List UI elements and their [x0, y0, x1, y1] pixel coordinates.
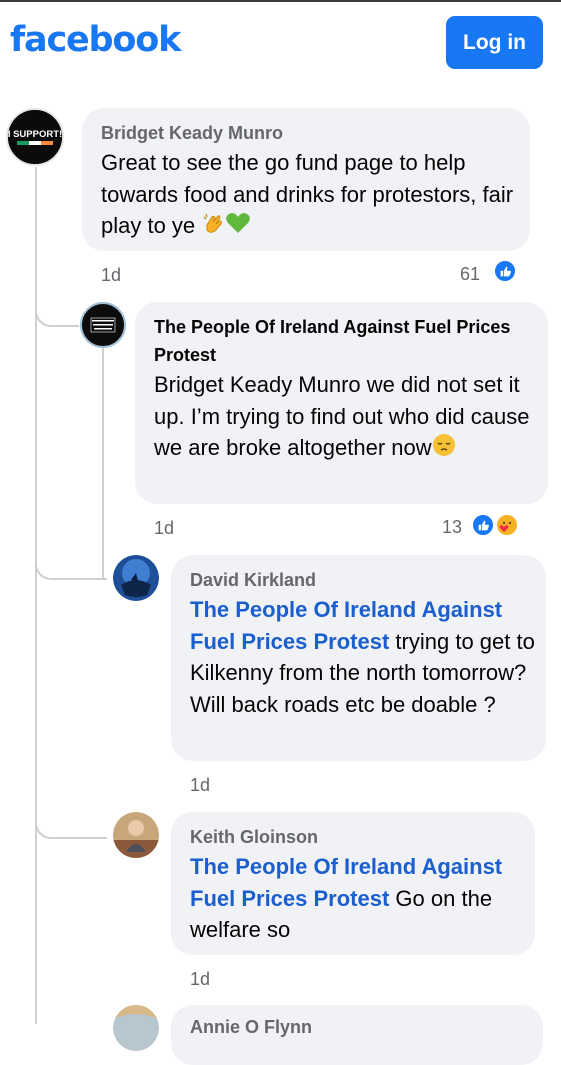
landscape-photo-icon [113, 1005, 159, 1051]
avatar-keith-gloinson[interactable] [113, 812, 159, 858]
thread-connector-reply-3 [35, 807, 107, 839]
pensive-face-icon [432, 433, 456, 466]
avatar-david-kirkland[interactable] [113, 555, 159, 601]
comment-text: Bridget Keady Munro we did not set it up… [154, 369, 539, 465]
comment-text: The People Of Ireland Against Fuel Price… [190, 854, 503, 942]
people-of-ireland-logo-icon [83, 305, 123, 345]
reaction-count[interactable]: 61 [440, 264, 480, 285]
svg-text:I SUPPORT!: I SUPPORT! [8, 129, 62, 140]
comment-author[interactable]: Keith Gloinson [190, 827, 318, 848]
avatar-people-of-ireland[interactable] [80, 302, 126, 348]
i-support-logo-icon: I SUPPORT! [8, 110, 62, 164]
shark-photo-icon [113, 555, 159, 601]
care-reaction-icon[interactable] [495, 513, 519, 537]
like-reaction-icon[interactable] [471, 513, 495, 537]
login-button[interactable]: Log in [446, 16, 543, 69]
comment-author[interactable]: David Kirkland [190, 570, 316, 591]
thread-connector-reply-1 [35, 295, 79, 327]
comment-text: The People Of Ireland Against Fuel Price… [190, 597, 535, 717]
avatar-bridget[interactable]: I SUPPORT! [6, 108, 64, 166]
top-border [0, 0, 561, 2]
thread-line-sub [102, 348, 104, 578]
comment-time[interactable]: 1d [190, 775, 210, 796]
comment-author[interactable]: Annie O Flynn [190, 1017, 312, 1038]
comment-time[interactable]: 1d [190, 969, 210, 990]
green-heart-icon [225, 211, 251, 244]
comment-author[interactable]: Bridget Keady Munro [101, 123, 283, 144]
comment-time[interactable]: 1d [154, 518, 174, 539]
comment-text: Great to see the go fund page to help to… [101, 147, 521, 243]
comment-author[interactable]: The People Of Ireland Against Fuel Price… [154, 313, 514, 369]
reaction-count[interactable]: 13 [420, 517, 462, 538]
comment-time[interactable]: 1d [101, 265, 121, 286]
thread-connector-reply-2 [35, 548, 107, 580]
person-photo-icon [113, 812, 159, 858]
avatar-annie-o-flynn[interactable] [113, 1005, 159, 1051]
like-reaction-icon[interactable] [493, 259, 517, 283]
clapping-hands-icon [201, 211, 225, 244]
facebook-logo[interactable]: facebook [10, 20, 181, 60]
